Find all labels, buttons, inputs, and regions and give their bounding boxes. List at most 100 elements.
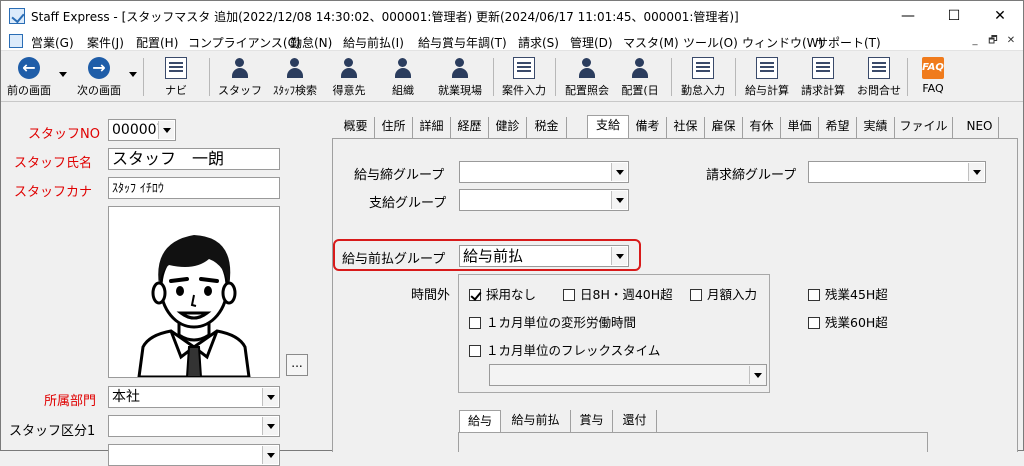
- assign-day-button[interactable]: 配置(日: [617, 55, 663, 99]
- checkbox-icon[interactable]: [469, 317, 481, 329]
- mdi-restore-button[interactable]: 🗗: [985, 33, 1001, 49]
- title-bar[interactable]: Staff Express - [スタッフマスタ 追加(2022/12/08 1…: [1, 1, 1023, 31]
- subtab-bonus[interactable]: 賞与: [571, 410, 613, 432]
- subtab-refund[interactable]: 還付: [613, 410, 657, 432]
- minimize-button[interactable]: —: [885, 1, 931, 31]
- menu-sales[interactable]: 営業(G): [31, 34, 74, 51]
- close-button[interactable]: ✕: [977, 1, 1023, 31]
- menu-jobs[interactable]: 案件(J): [87, 34, 124, 51]
- mdi-child-icon[interactable]: [9, 34, 23, 48]
- prev-dropdown-icon[interactable]: [59, 72, 67, 77]
- advance-pay-group-combo[interactable]: 給与前払: [459, 245, 629, 267]
- variable-work-checkbox[interactable]: １カ月単位の変形労働時間: [469, 312, 636, 331]
- menu-window[interactable]: ウィンドウ(W): [742, 34, 823, 51]
- flextime-combo[interactable]: [489, 364, 767, 386]
- tab-employment-insurance[interactable]: 雇保: [705, 117, 743, 138]
- monthly-input-checkbox[interactable]: 月額入力: [690, 284, 757, 303]
- tab-results[interactable]: 実績: [857, 117, 895, 138]
- chevron-down-icon[interactable]: [968, 163, 984, 181]
- tab-neo[interactable]: NEO: [961, 117, 999, 138]
- tab-preferences[interactable]: 希望: [819, 117, 857, 138]
- invoice-calc-button[interactable]: 請求計算: [795, 55, 851, 99]
- overtime-45h-checkbox[interactable]: 残業45H超: [808, 284, 888, 303]
- chevron-down-icon[interactable]: [262, 446, 278, 464]
- dept-label: 所属部門: [44, 394, 97, 409]
- flextime-label: １カ月単位のフレックスタイム: [486, 343, 661, 358]
- staff-class2-combo[interactable]: [108, 444, 280, 466]
- menu-master[interactable]: マスタ(M): [623, 34, 679, 51]
- subtab-advance-pay[interactable]: 給与前払: [501, 410, 571, 432]
- menu-billing[interactable]: 請求(S): [518, 34, 559, 51]
- menu-assign[interactable]: 配置(H): [136, 34, 178, 51]
- mdi-close-button[interactable]: ✕: [1003, 33, 1019, 49]
- checkbox-icon[interactable]: [808, 317, 820, 329]
- staff-search-button[interactable]: ｽﾀｯﾌ検索: [267, 55, 323, 99]
- faq-button[interactable]: FAQ FAQ: [913, 55, 953, 99]
- chevron-down-icon[interactable]: [749, 366, 765, 384]
- navi-button[interactable]: ナビ: [154, 55, 198, 99]
- next-dropdown-icon[interactable]: [129, 72, 137, 77]
- next-screen-button[interactable]: → 次の画面: [71, 55, 127, 99]
- tab-notes[interactable]: 備考: [629, 117, 667, 138]
- staff-kana-field[interactable]: ｽﾀｯﾌ ｲﾁﾛｳ: [108, 177, 280, 199]
- checkbox-icon[interactable]: [469, 345, 481, 357]
- tab-health[interactable]: 健診: [489, 117, 527, 138]
- chevron-down-icon[interactable]: [611, 163, 627, 181]
- advance-pay-group-label: 給与前払グループ: [342, 252, 446, 267]
- contact-button[interactable]: お問合せ: [851, 55, 907, 99]
- menu-advance-pay[interactable]: 給与前払(I): [343, 34, 404, 51]
- menu-tools[interactable]: ツール(O): [683, 34, 738, 51]
- mdi-minimize-button[interactable]: _: [967, 33, 983, 49]
- menu-support[interactable]: サポート(T): [816, 34, 881, 51]
- staff-name-field[interactable]: スタッフ 一朗: [108, 148, 280, 170]
- payroll-calc-button[interactable]: 給与計算: [739, 55, 795, 99]
- worksite-button[interactable]: 就業現場: [431, 55, 489, 99]
- overtime-60h-checkbox[interactable]: 残業60H超: [808, 312, 888, 331]
- subtab-salary[interactable]: 給与: [459, 410, 501, 432]
- org-button[interactable]: 組織: [381, 55, 425, 99]
- maximize-button[interactable]: ☐: [931, 1, 977, 31]
- overtime-daily-checkbox[interactable]: 日8H・週40H超: [563, 284, 673, 303]
- staff-class-combo[interactable]: [108, 415, 280, 437]
- menu-attendance[interactable]: 勤怠(N): [290, 34, 332, 51]
- menu-compliance[interactable]: コンプライアンス(C): [188, 34, 301, 51]
- app-window: Staff Express - [スタッフマスタ 追加(2022/12/08 1…: [0, 0, 1024, 466]
- staff-no-combo[interactable]: 000007: [108, 119, 176, 141]
- tab-paid-leave[interactable]: 有休: [743, 117, 781, 138]
- flextime-checkbox[interactable]: １カ月単位のフレックスタイム: [469, 340, 660, 359]
- client-button[interactable]: 得意先: [327, 55, 371, 99]
- contact-icon: [868, 57, 890, 79]
- tab-social-insurance[interactable]: 社保: [667, 117, 705, 138]
- photo-browse-button[interactable]: ...: [286, 354, 308, 376]
- checkbox-icon[interactable]: [690, 289, 702, 301]
- chevron-down-icon[interactable]: [262, 417, 278, 435]
- menu-payroll[interactable]: 給与賞与年調(T): [418, 34, 507, 51]
- chevron-down-icon[interactable]: [611, 247, 627, 265]
- invoice-close-group-combo[interactable]: [808, 161, 986, 183]
- checkbox-icon[interactable]: [563, 289, 575, 301]
- chevron-down-icon[interactable]: [158, 121, 174, 139]
- pay-group-combo[interactable]: [459, 189, 629, 211]
- tab-payment[interactable]: 支給: [587, 115, 629, 139]
- dept-combo[interactable]: 本社: [108, 386, 280, 408]
- chevron-down-icon[interactable]: [611, 191, 627, 209]
- tab-address[interactable]: 住所: [375, 117, 413, 138]
- tab-tax[interactable]: 税金: [527, 117, 567, 138]
- pay-close-group-combo[interactable]: [459, 161, 629, 183]
- job-entry-button[interactable]: 案件入力: [497, 55, 551, 99]
- staff-button[interactable]: スタッフ: [217, 55, 263, 99]
- payroll-calc-icon: [756, 57, 778, 79]
- tab-overview[interactable]: 概要: [337, 117, 375, 138]
- menu-admin[interactable]: 管理(D): [570, 34, 613, 51]
- attendance-button[interactable]: 勤怠入力: [675, 55, 731, 99]
- assign-view-button[interactable]: 配置照会: [559, 55, 615, 99]
- checkbox-icon[interactable]: [808, 289, 820, 301]
- tab-files[interactable]: ファイル: [895, 117, 953, 138]
- checkbox-checked-icon[interactable]: [469, 289, 481, 301]
- tab-history[interactable]: 経歴: [451, 117, 489, 138]
- overtime-adopt-checkbox[interactable]: 採用なし: [469, 284, 536, 303]
- tab-unit-price[interactable]: 単価: [781, 117, 819, 138]
- chevron-down-icon[interactable]: [262, 388, 278, 406]
- prev-screen-button[interactable]: ← 前の画面: [3, 55, 55, 99]
- tab-detail[interactable]: 詳細: [413, 117, 451, 138]
